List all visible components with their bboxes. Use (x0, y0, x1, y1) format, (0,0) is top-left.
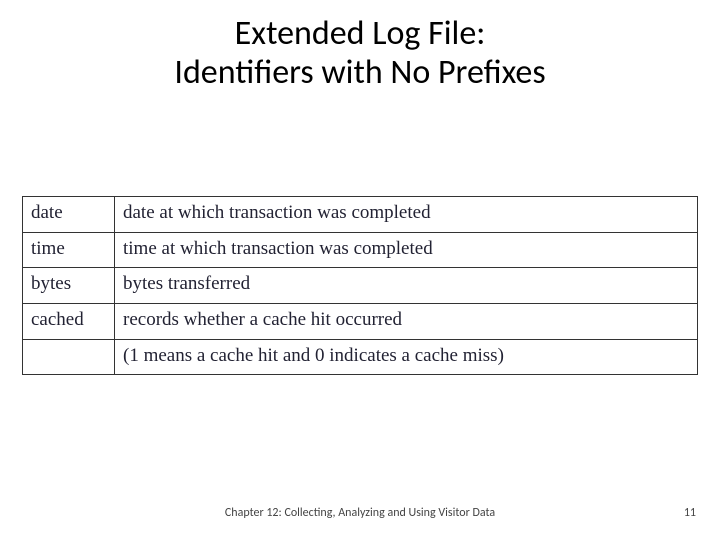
identifiers-table: date date at which transaction was compl… (22, 196, 698, 375)
table-row: date date at which transaction was compl… (23, 197, 698, 233)
slide-title: Extended Log File: Identifiers with No P… (0, 14, 720, 92)
desc-cell: (1 means a cache hit and 0 indicates a c… (115, 339, 698, 375)
term-cell (23, 339, 115, 375)
footer-chapter: Chapter 12: Collecting, Analyzing and Us… (0, 506, 720, 520)
term-cell: time (23, 232, 115, 268)
table-row: bytes bytes transferred (23, 268, 698, 304)
identifiers-table-wrap: date date at which transaction was compl… (22, 196, 698, 375)
term-cell: date (23, 197, 115, 233)
desc-cell: date at which transaction was completed (115, 197, 698, 233)
title-line-2: Identifiers with No Prefixes (174, 52, 545, 93)
table-row: cached records whether a cache hit occur… (23, 304, 698, 340)
desc-cell: records whether a cache hit occurred (115, 304, 698, 340)
title-line-1: Extended Log File: (235, 13, 486, 54)
desc-cell: bytes transferred (115, 268, 698, 304)
term-cell: cached (23, 304, 115, 340)
table-row: time time at which transaction was compl… (23, 232, 698, 268)
term-cell: bytes (23, 268, 115, 304)
slide: Extended Log File: Identifiers with No P… (0, 0, 720, 540)
desc-cell: time at which transaction was completed (115, 232, 698, 268)
page-number: 11 (684, 506, 696, 520)
table-row: (1 means a cache hit and 0 indicates a c… (23, 339, 698, 375)
